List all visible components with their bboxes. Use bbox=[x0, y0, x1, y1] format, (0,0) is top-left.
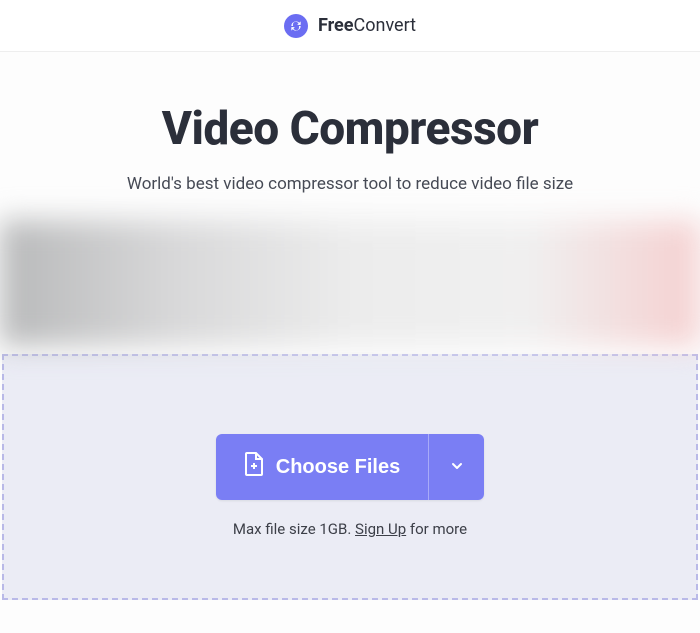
max-prefix-text: Max file size 1GB. bbox=[233, 520, 355, 538]
convert-icon bbox=[284, 14, 308, 38]
max-file-size-note: Max file size 1GB. Sign Up for more bbox=[24, 520, 676, 538]
site-header: FreeConvert bbox=[0, 0, 700, 52]
page-title: Video Compressor bbox=[20, 102, 680, 156]
choose-files-dropdown[interactable] bbox=[428, 434, 484, 500]
choose-files-group: Choose Files bbox=[216, 434, 484, 500]
signup-link[interactable]: Sign Up bbox=[355, 520, 406, 538]
file-add-icon bbox=[244, 452, 264, 482]
max-suffix-text: for more bbox=[406, 520, 467, 538]
page-subtitle: World's best video compressor tool to re… bbox=[20, 174, 680, 194]
hero-section: Video Compressor World's best video comp… bbox=[0, 52, 700, 214]
chevron-down-icon bbox=[449, 458, 465, 477]
choose-files-button[interactable]: Choose Files bbox=[216, 434, 428, 500]
choose-files-label: Choose Files bbox=[276, 456, 400, 479]
upload-dropzone[interactable]: Choose Files Max file size 1GB. Sign Up … bbox=[2, 354, 698, 600]
brand-logo[interactable]: FreeConvert bbox=[284, 14, 416, 38]
brand-name: FreeConvert bbox=[318, 15, 416, 36]
ad-placeholder bbox=[0, 220, 700, 346]
